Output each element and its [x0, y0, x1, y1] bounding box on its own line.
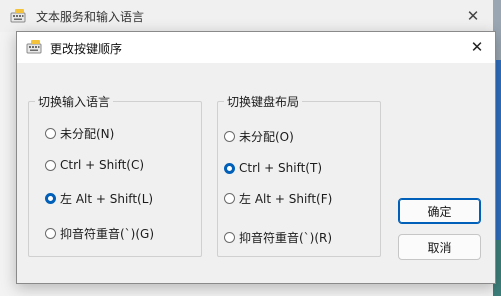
radio-button[interactable] — [45, 159, 56, 171]
radio-input-unassigned[interactable]: 未分配(N) — [45, 124, 114, 142]
radio-button-selected[interactable] — [224, 162, 235, 174]
radio-button[interactable] — [45, 227, 56, 239]
ok-button[interactable]: 确定 — [398, 198, 481, 224]
radio-layout-left-alt-shift[interactable]: 左 Alt + Shift(F) — [224, 189, 332, 207]
keyboard-icon — [10, 8, 26, 24]
change-key-sequence-dialog: 更改按键顺序 ✕ 切换输入语言 未分配(N) Ctrl + Shift(C) 左… — [16, 31, 496, 284]
close-icon[interactable]: ✕ — [465, 37, 489, 57]
radio-layout-unassigned[interactable]: 未分配(O) — [224, 127, 294, 145]
radio-button[interactable] — [45, 127, 56, 139]
keyboard-icon — [26, 39, 42, 55]
radio-layout-grave-accent[interactable]: 抑音符重音(`)(R) — [224, 228, 332, 246]
parent-window-title: 文本服务和输入语言 — [36, 10, 145, 24]
cancel-button[interactable]: 取消 — [398, 234, 481, 260]
switch-keyboard-layout-legend: 切换键盘布局 — [227, 95, 300, 109]
radio-input-ctrl-shift[interactable]: Ctrl + Shift(C) — [45, 156, 144, 174]
dialog-titlebar: 更改按键顺序 ✕ — [17, 32, 495, 63]
dialog-title: 更改按键顺序 — [50, 42, 123, 56]
radio-input-left-alt-shift[interactable]: 左 Alt + Shift(L) — [45, 189, 153, 207]
radio-button[interactable] — [224, 192, 235, 204]
switch-input-language-legend: 切换输入语言 — [38, 95, 111, 109]
radio-layout-ctrl-shift[interactable]: Ctrl + Shift(T) — [224, 159, 322, 177]
radio-button-selected[interactable] — [45, 192, 56, 204]
parent-titlebar: 文本服务和输入语言 ✕ — [0, 0, 493, 32]
radio-button[interactable] — [224, 130, 235, 142]
parent-close-button[interactable]: ✕ — [460, 6, 486, 26]
radio-input-grave-accent[interactable]: 抑音符重音(`)(G) — [45, 224, 154, 242]
radio-button[interactable] — [224, 231, 235, 243]
